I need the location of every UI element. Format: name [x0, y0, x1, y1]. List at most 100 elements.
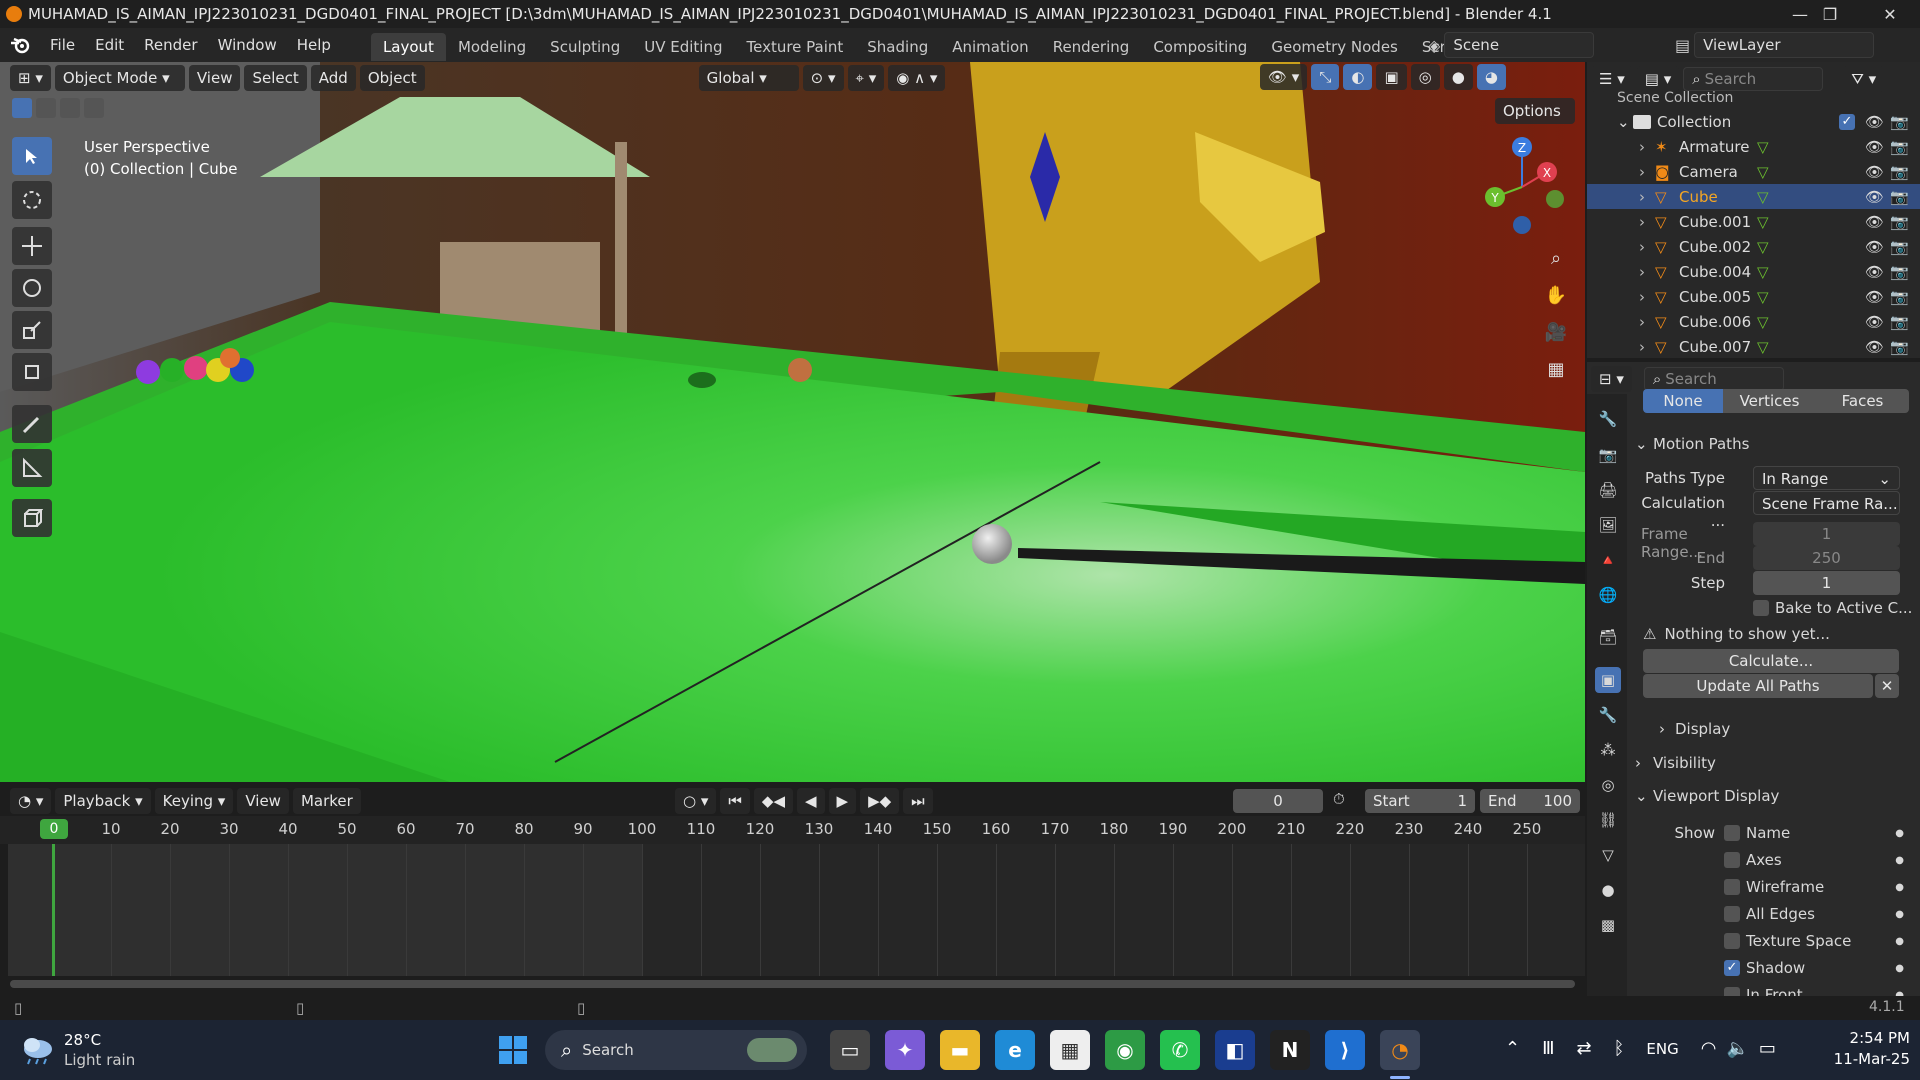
- menu-edit[interactable]: Edit: [85, 28, 134, 62]
- modifier-tab-icon[interactable]: 🔧: [1595, 702, 1621, 728]
- segment-none[interactable]: None: [1643, 389, 1723, 413]
- solid-shading-icon[interactable]: ●: [1443, 64, 1473, 90]
- tab-compositing[interactable]: Compositing: [1141, 33, 1259, 61]
- editor-type-button[interactable]: ⊞ ▾: [10, 65, 51, 91]
- option-checkbox[interactable]: [1724, 906, 1740, 922]
- tab-sculpting[interactable]: Sculpting: [538, 33, 632, 61]
- eye-icon[interactable]: 👁: [1865, 213, 1884, 231]
- eye-icon[interactable]: 👁: [1865, 238, 1884, 256]
- expand-chevron-icon[interactable]: ›: [1639, 163, 1655, 181]
- viewport-display-option[interactable]: Axes ●: [1724, 851, 1904, 869]
- step-field[interactable]: 1: [1753, 571, 1900, 595]
- display-subpanel-header[interactable]: › Display: [1659, 720, 1730, 738]
- mesh-data-icon[interactable]: ▽: [1757, 288, 1769, 306]
- tab-modeling[interactable]: Modeling: [446, 33, 538, 61]
- select-extend-icon[interactable]: [36, 98, 56, 118]
- transform-orientation-dropdown[interactable]: Global ▾: [698, 65, 799, 91]
- render-tab-icon[interactable]: 📷: [1595, 442, 1621, 468]
- volume-icon[interactable]: 🔈: [1726, 1038, 1748, 1059]
- marker-menu[interactable]: Marker: [292, 788, 361, 814]
- outliner-search[interactable]: ⌕ Search: [1683, 67, 1824, 91]
- menu-help[interactable]: Help: [287, 28, 341, 62]
- notion-like-icon[interactable]: N: [1270, 1030, 1310, 1070]
- mesh-data-icon[interactable]: ▽: [1757, 138, 1769, 156]
- tab-shading[interactable]: Shading: [855, 33, 940, 61]
- segment-vertices[interactable]: Vertices: [1723, 389, 1816, 413]
- keyframe-dot-icon[interactable]: ●: [1895, 882, 1904, 893]
- tab-layout[interactable]: Layout: [370, 32, 446, 61]
- edge-icon[interactable]: e: [995, 1030, 1035, 1070]
- properties-search[interactable]: ⌕ Search: [1643, 367, 1784, 391]
- outliner-item-armature[interactable]: › ✶ Armature ▽ 👁 📷: [1587, 134, 1920, 159]
- outliner-item-cube-005[interactable]: › ▽ Cube.005 ▽ 👁 📷: [1587, 284, 1920, 309]
- scene-field[interactable]: Scene: [1444, 32, 1595, 58]
- jump-start-icon[interactable]: ⏮: [720, 788, 750, 814]
- current-frame-field[interactable]: 0: [1233, 789, 1323, 813]
- eye-icon[interactable]: 👁: [1865, 188, 1884, 206]
- outliner-editor-type[interactable]: ☰ ▾: [1591, 66, 1633, 92]
- eye-icon[interactable]: 👁: [1865, 138, 1884, 156]
- visibility-panel-header[interactable]: › Visibility: [1635, 754, 1917, 772]
- store-icon[interactable]: ▦: [1050, 1030, 1090, 1070]
- properties-editor-type[interactable]: ⊟ ▾: [1591, 366, 1632, 392]
- scale-tool[interactable]: [12, 311, 52, 349]
- copilot-icon[interactable]: ✦: [885, 1030, 925, 1070]
- select-menu[interactable]: Select: [244, 65, 307, 91]
- motion-paths-panel-header[interactable]: ⌄ Motion Paths: [1635, 432, 1917, 456]
- move-tool[interactable]: [12, 227, 52, 265]
- close-button[interactable]: ✕: [1860, 0, 1920, 28]
- mesh-data-icon[interactable]: ▽: [1757, 213, 1769, 231]
- data-tab-icon[interactable]: ▽: [1595, 842, 1621, 868]
- add-menu[interactable]: Add: [310, 65, 356, 91]
- option-checkbox[interactable]: [1724, 825, 1740, 841]
- camera-render-icon[interactable]: 📷: [1890, 313, 1909, 331]
- eye-icon[interactable]: 👁: [1865, 263, 1884, 281]
- outliner-item-cube[interactable]: › ▽ Cube ▽ 👁 📷: [1587, 184, 1920, 209]
- auto-keying-icon[interactable]: ○ ▾: [675, 788, 717, 814]
- playhead-line[interactable]: [52, 844, 55, 976]
- mesh-data-icon[interactable]: ▽: [1757, 163, 1769, 181]
- jump-end-icon[interactable]: ⏭: [903, 788, 933, 814]
- task-view-icon[interactable]: ▭: [830, 1030, 870, 1070]
- camera-render-icon[interactable]: 📷: [1890, 138, 1909, 156]
- object-tab-icon[interactable]: ▣: [1595, 667, 1621, 693]
- world-tab-icon[interactable]: 🌐: [1595, 582, 1621, 608]
- wireframe-shading-icon[interactable]: ◎: [1410, 64, 1440, 90]
- blender-menu-icon[interactable]: [0, 28, 40, 62]
- physics-tab-icon[interactable]: ◎: [1595, 772, 1621, 798]
- menu-window[interactable]: Window: [208, 28, 287, 62]
- clear-paths-icon[interactable]: ✕: [1875, 674, 1899, 698]
- bake-checkbox-row[interactable]: Bake to Active C...: [1753, 599, 1912, 617]
- perspective-grid-icon[interactable]: ▦: [1540, 353, 1572, 385]
- eye-icon[interactable]: 👁: [1865, 313, 1884, 331]
- particles-tab-icon[interactable]: ⁂: [1595, 737, 1621, 763]
- playhead-frame[interactable]: 0: [40, 819, 68, 839]
- tab-animation[interactable]: Animation: [940, 33, 1040, 61]
- texture-tab-icon[interactable]: ▩: [1595, 912, 1621, 938]
- taskbar-search[interactable]: ⌕ Search: [545, 1030, 807, 1070]
- xray-icon[interactable]: ▣: [1376, 64, 1407, 90]
- gizmo-toggle-icon[interactable]: ⤡: [1311, 64, 1340, 90]
- whatsapp-icon[interactable]: ✆: [1160, 1030, 1200, 1070]
- viewport-display-option[interactable]: ✓ Shadow ●: [1724, 959, 1904, 977]
- expand-chevron-icon[interactable]: ›: [1639, 238, 1655, 256]
- expand-chevron-icon[interactable]: ›: [1639, 138, 1655, 156]
- outliner-item-cube-007[interactable]: › ▽ Cube.007 ▽ 👁 📷: [1587, 334, 1920, 359]
- next-keyframe-icon[interactable]: ▶◆: [860, 788, 900, 814]
- camera-view-icon[interactable]: 🎥: [1540, 316, 1572, 348]
- camera-render-icon[interactable]: 📷: [1890, 113, 1909, 131]
- tab-texture-paint[interactable]: Texture Paint: [734, 33, 855, 61]
- select-new-icon[interactable]: [12, 98, 32, 118]
- option-checkbox[interactable]: ✓: [1724, 960, 1740, 976]
- eye-icon[interactable]: 👁: [1865, 338, 1884, 356]
- keyframe-dot-icon[interactable]: ●: [1895, 909, 1904, 920]
- rotate-tool[interactable]: [12, 269, 52, 307]
- expand-chevron-icon[interactable]: ›: [1639, 313, 1655, 331]
- keyframe-dot-icon[interactable]: ●: [1895, 936, 1904, 947]
- scene-selector[interactable]: ◈ Scene: [1428, 32, 1595, 58]
- zoom-icon[interactable]: ⌕: [1540, 242, 1572, 274]
- eye-icon[interactable]: 👁: [1865, 288, 1884, 306]
- collection-tab-icon[interactable]: 🗃: [1595, 624, 1621, 650]
- display-mode-dropdown[interactable]: ▤ ▾: [1636, 66, 1680, 92]
- camera-render-icon[interactable]: 📷: [1890, 188, 1909, 206]
